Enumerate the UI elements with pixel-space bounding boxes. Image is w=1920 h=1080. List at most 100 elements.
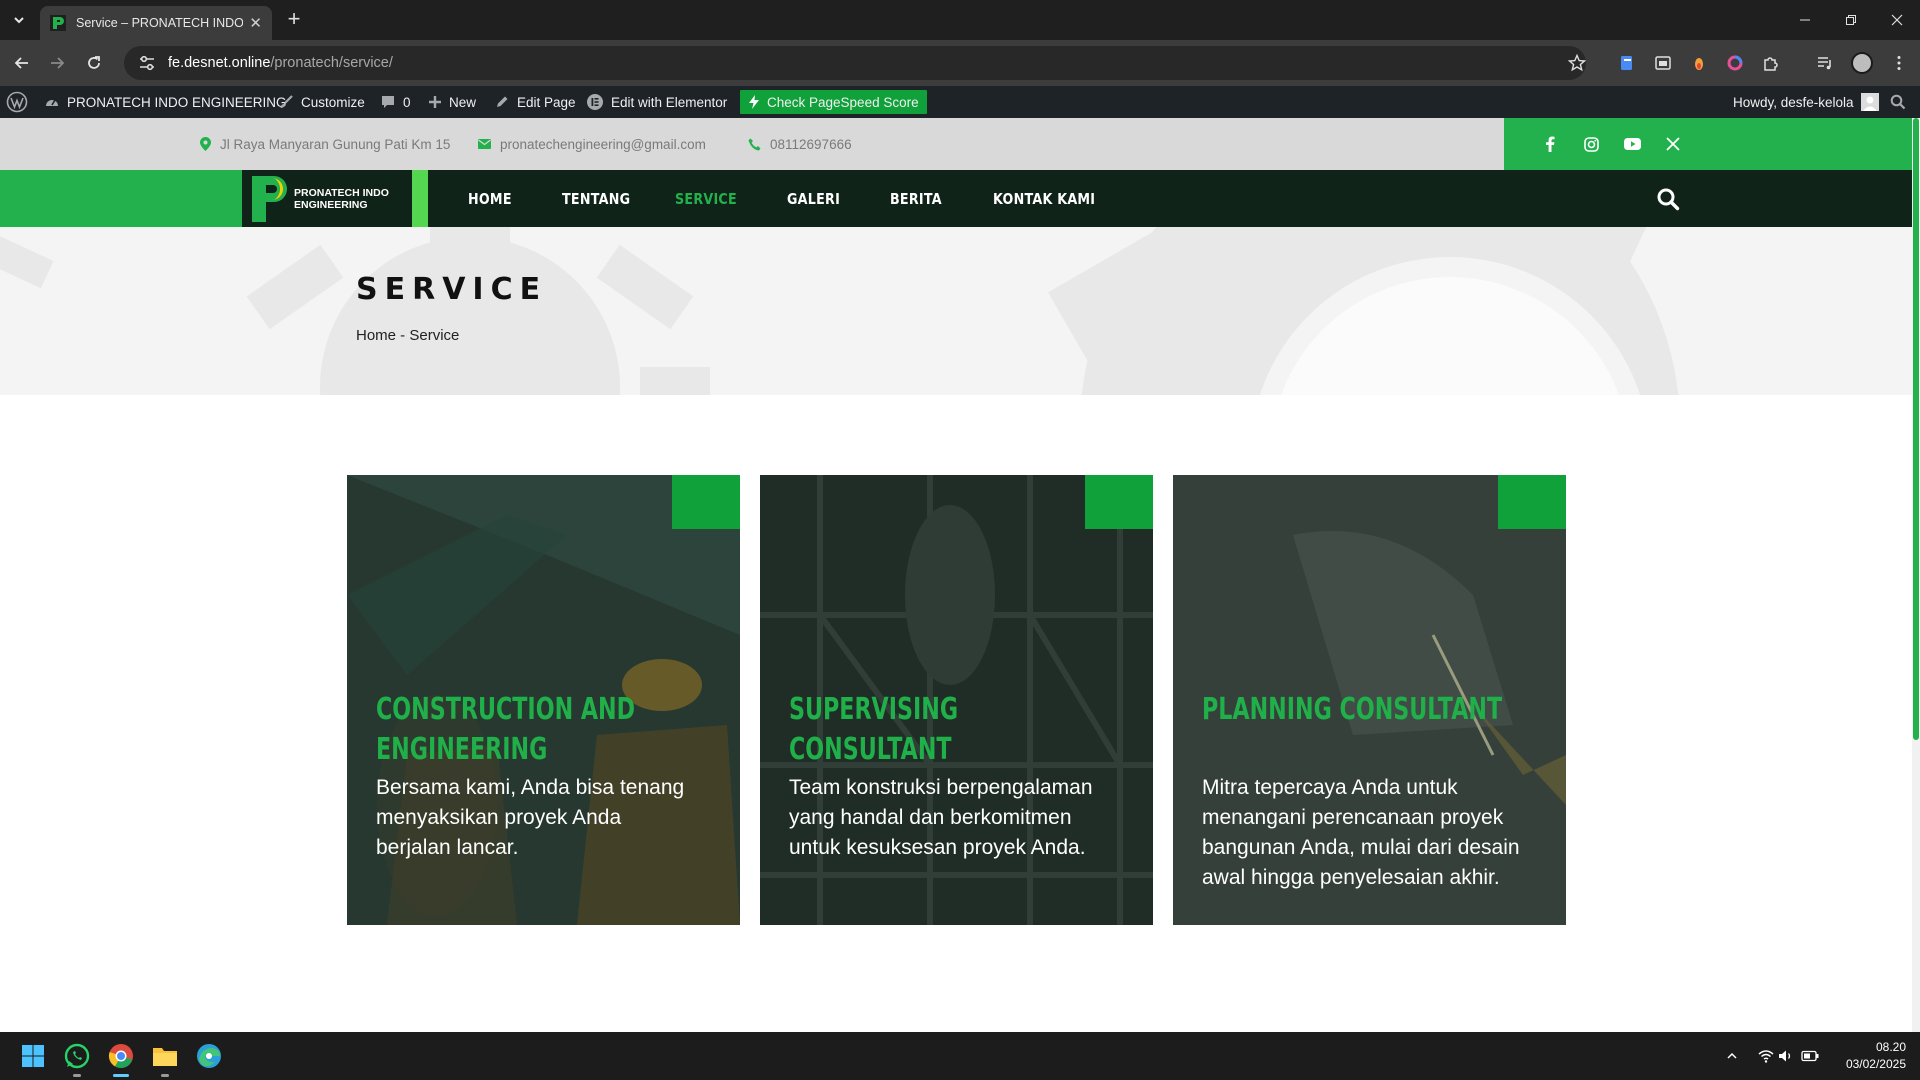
active-indicator <box>113 1074 129 1077</box>
page-title-banner: SERVICE Home - Service <box>0 227 1912 395</box>
profile-avatar-icon[interactable] <box>1850 51 1874 75</box>
phone-icon <box>748 138 761 150</box>
site-favicon-icon <box>50 15 66 31</box>
logo-accent-bar <box>412 170 428 227</box>
address-bar[interactable]: fe.desnet.online/pronatech/service/ <box>124 46 1586 80</box>
logo-line-2: ENGINEERING <box>294 198 368 211</box>
browser-menu-icon[interactable] <box>1890 54 1908 72</box>
page-scrollbar-thumb[interactable] <box>1913 118 1919 740</box>
breadcrumb: Home - Service <box>356 327 459 344</box>
comment-bubble-icon <box>382 96 394 108</box>
tab-search-chevron-icon[interactable] <box>8 8 30 32</box>
extension-doc-icon[interactable] <box>1618 54 1636 72</box>
volume-icon[interactable] <box>1776 1046 1796 1066</box>
wp-edit-elementor-label: Edit with Elementor <box>611 94 728 110</box>
nav-galeri[interactable]: GALERI <box>787 170 840 227</box>
wordpress-logo-icon[interactable] <box>6 86 35 118</box>
chrome-icon[interactable] <box>106 1041 136 1077</box>
lightning-icon <box>749 95 759 109</box>
breadcrumb-home[interactable]: Home <box>356 327 396 344</box>
nav-home[interactable]: HOME <box>468 170 512 227</box>
wp-new-label: New <box>449 94 477 110</box>
phone-info[interactable]: 08112697666 <box>748 118 852 170</box>
social-links <box>1504 118 1914 170</box>
nav-service[interactable]: SERVICE <box>675 170 737 227</box>
service-card-supervising[interactable]: SUPERVISING CONSULTANT Team konstruksi b… <box>760 475 1153 925</box>
browser-tab-active[interactable]: Service – PRONATECH INDO ENGINEERING ✕ <box>40 6 272 40</box>
running-indicator <box>161 1074 169 1077</box>
wp-edit-page-link[interactable]: Edit Page <box>494 86 576 118</box>
wp-new-link[interactable]: New <box>428 86 476 118</box>
email-info[interactable]: pronatechengineering@gmail.com <box>478 118 706 170</box>
clock-date: 03/02/2025 <box>1845 1057 1906 1071</box>
site-logo[interactable]: PRONATECH INDO ENGINEERING <box>242 170 412 227</box>
wp-search-icon[interactable] <box>1890 86 1913 118</box>
instagram-icon[interactable] <box>1581 134 1601 154</box>
close-window-icon[interactable] <box>1874 0 1920 40</box>
card-description: Team konstruksi berpengalaman yang handa… <box>789 776 1093 859</box>
wp-account-menu[interactable]: Howdy, desfe-kelola <box>1733 86 1879 118</box>
wp-edit-elementor-link[interactable]: Edit with Elementor <box>586 86 727 118</box>
battery-icon[interactable] <box>1800 1046 1820 1066</box>
extension-color-icon[interactable] <box>1726 54 1744 72</box>
clock-time: 08.20 <box>1875 1040 1906 1054</box>
card-corner-accent <box>672 475 740 529</box>
pencil-icon <box>497 96 508 107</box>
nav-search-icon[interactable] <box>1656 187 1680 211</box>
main-navigation: PRONATECH INDO ENGINEERING HOME TENTANG … <box>0 170 1920 227</box>
service-card-planning[interactable]: PLANNING CONSULTANT Mitra tepercaya Anda… <box>1173 475 1566 925</box>
map-marker-icon <box>200 137 211 151</box>
media-queue-icon[interactable] <box>1816 54 1834 72</box>
minimize-icon[interactable] <box>1782 0 1828 40</box>
windows-start-icon[interactable] <box>18 1041 48 1071</box>
card-description: Mitra tepercaya Anda untuk menangani per… <box>1202 776 1520 889</box>
extension-window-icon[interactable] <box>1654 54 1672 72</box>
extension-flame-icon[interactable] <box>1690 54 1708 72</box>
edge-icon[interactable] <box>194 1041 224 1071</box>
whatsapp-icon[interactable] <box>62 1041 92 1077</box>
service-card-construction[interactable]: CONSTRUCTION AND ENGINEERING Bersama kam… <box>347 475 740 925</box>
nav-tentang[interactable]: TENTANG <box>562 170 630 227</box>
forward-arrow-icon[interactable] <box>45 51 69 75</box>
reload-icon[interactable] <box>82 51 106 75</box>
nav-berita[interactable]: BERITA <box>890 170 942 227</box>
breadcrumb-current: Service <box>409 327 460 344</box>
gear-background-icon <box>0 227 1679 395</box>
x-twitter-icon[interactable] <box>1663 134 1683 154</box>
logo-line-1: PRONATECH INDO <box>294 186 389 199</box>
windows-taskbar: 08.20 03/02/2025 <box>0 1032 1920 1080</box>
elementor-icon <box>587 94 603 110</box>
taskbar-clock[interactable]: 08.20 03/02/2025 <box>1846 1039 1906 1073</box>
back-arrow-icon[interactable] <box>10 51 34 75</box>
address-text: Jl Raya Manyaran Gunung Pati Km 15 <box>220 136 451 152</box>
youtube-icon[interactable] <box>1622 134 1642 154</box>
browser-toolbar: fe.desnet.online/pronatech/service/ <box>0 40 1920 86</box>
tab-close-icon[interactable]: ✕ <box>249 14 262 32</box>
wifi-icon[interactable] <box>1756 1046 1776 1066</box>
wp-site-link[interactable]: PRONATECH INDO ENGINEERING <box>44 86 287 118</box>
url-host: fe.desnet.online <box>168 55 271 71</box>
facebook-icon[interactable] <box>1540 134 1560 154</box>
url-path: /pronatech/service/ <box>270 55 393 71</box>
bookmark-star-icon[interactable] <box>1568 54 1586 72</box>
user-avatar-icon <box>1860 93 1879 111</box>
tray-chevron-up-icon[interactable] <box>1722 1046 1742 1066</box>
restore-icon[interactable] <box>1828 0 1874 40</box>
envelope-icon <box>478 139 491 149</box>
new-tab-icon[interactable]: + <box>282 8 306 32</box>
wp-admin-bar: PRONATECH INDO ENGINEERING Customize 0 N… <box>0 86 1920 118</box>
file-explorer-icon[interactable] <box>150 1041 180 1077</box>
extensions-puzzle-icon[interactable] <box>1762 54 1780 72</box>
wp-customize-link[interactable]: Customize <box>278 86 365 118</box>
card-corner-accent <box>1498 475 1566 529</box>
nav-kontak-kami[interactable]: KONTAK KAMI <box>993 170 1095 227</box>
card-title: SUPERVISING CONSULTANT <box>789 692 959 767</box>
pagespeed-button[interactable]: Check PageSpeed Score <box>740 90 927 114</box>
tab-title: Service – PRONATECH INDO ENGINEERING <box>76 16 244 30</box>
running-indicator <box>73 1074 81 1077</box>
card-description: Bersama kami, Anda bisa tenang menyaksik… <box>376 776 685 859</box>
wp-comments-link[interactable]: 0 <box>380 86 411 118</box>
card-title: CONSTRUCTION AND ENGINEERING <box>376 692 636 767</box>
wp-howdy-label: Howdy, desfe-kelola <box>1733 94 1854 110</box>
site-info-icon[interactable] <box>138 54 156 72</box>
